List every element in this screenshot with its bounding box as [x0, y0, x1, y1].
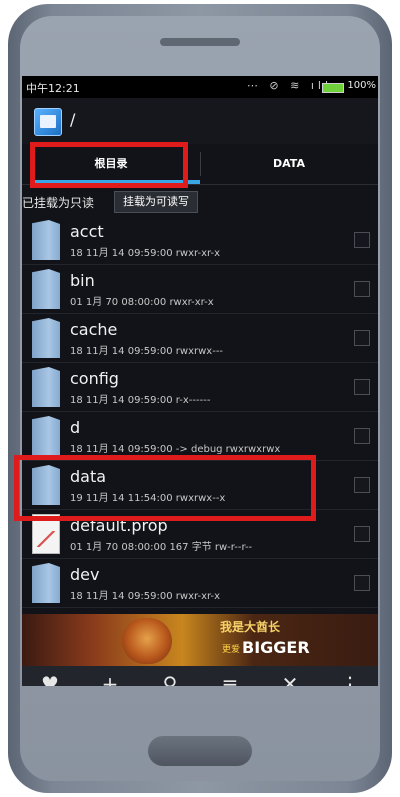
- folder-icon: [32, 220, 60, 260]
- path-bar: /: [22, 98, 378, 144]
- folder-icon: [32, 367, 60, 407]
- file-meta: 01 1月 70 08:00:00 167 字节 rw-r--r--: [70, 542, 253, 553]
- row-checkbox[interactable]: [354, 526, 370, 542]
- mount-rw-button[interactable]: 挂载为可读写: [114, 191, 198, 213]
- folder-icon: [32, 563, 60, 603]
- list-item[interactable]: acct 18 11月 14 09:59:00 rwxr-xr-x: [22, 216, 378, 265]
- file-meta: 18 11月 14 09:59:00 rwxr-xr-x: [70, 591, 221, 602]
- file-meta: 18 11月 14 09:59:00 r-x------: [70, 395, 211, 406]
- mount-bar: 已挂载为只读 挂载为可读写: [22, 188, 378, 214]
- plus-icon[interactable]: +: [88, 666, 132, 686]
- status-time: 中午12:21: [26, 82, 80, 95]
- file-name: acct: [70, 222, 104, 241]
- more-icon[interactable]: ⋮: [328, 666, 372, 686]
- row-checkbox[interactable]: [354, 281, 370, 297]
- close-icon[interactable]: ✕: [268, 666, 312, 686]
- battery-icon: [322, 83, 344, 93]
- app-logo-icon[interactable]: [34, 108, 62, 136]
- bottom-toolbar: ♥ + ⚲ ≡ ✕ ⋮: [22, 666, 378, 686]
- battery-level: 100%: [347, 80, 376, 91]
- speaker-grille: [160, 38, 240, 46]
- heart-icon[interactable]: ♥: [28, 666, 72, 686]
- mount-status: 已挂载为只读: [22, 196, 95, 210]
- file-name: d: [70, 418, 81, 437]
- status-bar: 中午12:21 ⋯ ⊘ ≋ ıll 100%: [22, 76, 378, 98]
- list-item[interactable]: bin 01 1月 70 08:00:00 rwxr-xr-x: [22, 265, 378, 314]
- ad-character-image: [122, 618, 172, 664]
- row-checkbox[interactable]: [354, 477, 370, 493]
- file-meta: 01 1月 70 08:00:00 rwxr-xr-x: [70, 297, 214, 308]
- row-checkbox[interactable]: [354, 428, 370, 444]
- folder-icon: [32, 416, 60, 456]
- file-name: cache: [70, 320, 118, 339]
- status-icons: ⋯ ⊘ ≋ ıll: [246, 79, 332, 92]
- file-meta: 18 11月 14 09:59:00 -> debug rwxrwxrwx: [70, 444, 281, 455]
- row-checkbox[interactable]: [354, 232, 370, 248]
- list-item[interactable]: config 18 11月 14 09:59:00 r-x------: [22, 363, 378, 412]
- file-name: config: [70, 369, 119, 388]
- ad-title: 我是大酋长: [220, 620, 281, 634]
- list-item[interactable]: cache 18 11月 14 09:59:00 rwxrwx---: [22, 314, 378, 363]
- file-name: bin: [70, 271, 95, 290]
- list-item[interactable]: d 18 11月 14 09:59:00 -> debug rwxrwxrwx: [22, 412, 378, 461]
- ad-banner[interactable]: 我是大酋长 更爱 BIGGER: [22, 614, 378, 666]
- tab-data[interactable]: DATA: [200, 144, 378, 184]
- highlight-data-row: [14, 455, 316, 521]
- sort-icon[interactable]: ≡: [208, 666, 252, 686]
- row-checkbox[interactable]: [354, 330, 370, 346]
- home-button[interactable]: [148, 736, 252, 766]
- current-path: /: [70, 110, 76, 129]
- folder-icon: [32, 269, 60, 309]
- folder-icon: [32, 318, 60, 358]
- row-checkbox[interactable]: [354, 379, 370, 395]
- ad-tag: 更爱: [222, 645, 241, 655]
- file-name: dev: [70, 565, 100, 584]
- file-meta: 18 11月 14 09:59:00 rwxr-xr-x: [70, 248, 221, 259]
- search-icon[interactable]: ⚲: [148, 666, 192, 686]
- list-item[interactable]: dev 18 11月 14 09:59:00 rwxr-xr-x: [22, 559, 378, 608]
- ad-slogan: BIGGER: [242, 638, 310, 657]
- highlight-tab-root: [30, 142, 188, 188]
- file-meta: 18 11月 14 09:59:00 rwxrwx---: [70, 346, 224, 357]
- row-checkbox[interactable]: [354, 575, 370, 591]
